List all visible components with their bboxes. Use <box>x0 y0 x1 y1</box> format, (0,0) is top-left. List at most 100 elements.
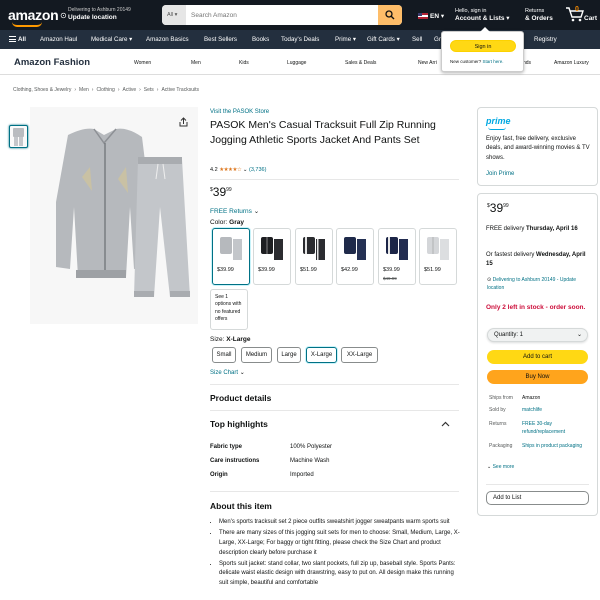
store-link[interactable]: Visit the PASOK Store <box>210 109 269 115</box>
free-returns-link[interactable]: FREE Returns ⌄ <box>210 207 259 215</box>
size-label: Size: X-Large <box>210 336 250 343</box>
subnav-item-basics[interactable]: Amazon Basics <box>146 36 189 43</box>
subnav-item-gift-cards-label: Gift Cards <box>367 36 395 43</box>
share-icon[interactable] <box>179 117 188 127</box>
free-returns-label: FREE Returns <box>210 208 252 215</box>
detail-key-packaging: Packaging <box>489 443 513 449</box>
color-swatch-light-gray[interactable]: $51.99 <box>419 228 457 285</box>
amazon-logo[interactable]: amazon <box>8 7 59 23</box>
account-lists[interactable]: Hello, sign in Account & Lists ▾ <box>455 8 510 22</box>
add-to-list-button[interactable]: Add to List <box>486 491 589 505</box>
chevron-right-icon: › <box>91 87 94 93</box>
packaging-link[interactable]: Ships in product packaging <box>522 443 588 451</box>
fashion-link-luggage[interactable]: Luggage <box>287 60 306 66</box>
language-selector[interactable]: EN ▾ <box>418 12 444 20</box>
light-gray-tracksuit-icon <box>427 237 449 260</box>
add-to-cart-button[interactable]: Add to cart <box>487 350 588 364</box>
size-button-small[interactable]: Small <box>212 347 236 363</box>
search-category-select[interactable]: All ▾ <box>162 5 186 25</box>
swatch-price: $42.99 <box>341 267 358 273</box>
breadcrumb-item[interactable]: Active Tracksuits <box>161 87 199 93</box>
fashion-title[interactable]: Amazon Fashion <box>14 57 90 68</box>
rating-row[interactable]: 4.2 ★★★★☆ ⌄ (3,736) <box>210 167 266 173</box>
color-swatch-navy-white[interactable]: $39.99 $49.99 <box>378 228 416 285</box>
chevron-right-icon: › <box>156 87 159 93</box>
chevron-right-icon: › <box>117 87 120 93</box>
spec-key: Fabric type <box>210 444 243 450</box>
color-swatch-navy[interactable]: $42.99 <box>336 228 374 285</box>
rating-count[interactable]: (3,736) <box>249 167 266 173</box>
subnav-item-sell[interactable]: Sell <box>412 36 422 43</box>
buybox-deliver-to[interactable]: ⊙ Delivering to Ashburn 20149 - Update l… <box>487 277 587 292</box>
fashion-link-sales[interactable]: Sales & Deals <box>345 60 376 66</box>
search-button[interactable] <box>378 5 402 25</box>
search-input[interactable] <box>186 5 378 25</box>
color-label-text: Color: <box>210 219 228 226</box>
free-delivery-date: Thursday, April 16 <box>526 226 578 232</box>
size-button-medium[interactable]: Medium <box>241 347 272 363</box>
quantity-value: Quantity: 1 <box>494 332 524 338</box>
black-tracksuit-icon <box>261 237 283 260</box>
subnav-item-haul[interactable]: Amazon Haul <box>40 36 77 43</box>
see-more-link[interactable]: ⌄ See more <box>487 464 514 470</box>
returns-orders[interactable]: Returns & Orders <box>525 8 553 22</box>
top-highlights-heading[interactable]: Top highlights <box>210 419 268 429</box>
join-prime-link[interactable]: Join Prime <box>486 171 514 177</box>
orders-label: & Orders <box>525 14 553 22</box>
seller-link[interactable]: matchlife <box>522 407 588 415</box>
breadcrumb-item[interactable]: Clothing, Shoes & Jewelry <box>13 87 71 93</box>
start-here-link[interactable]: Start here. <box>483 59 504 64</box>
deliver-line2: Update location <box>68 13 117 21</box>
deliver-to[interactable]: ⊙ Delivering to Ashburn 20149 Update loc… <box>60 7 131 21</box>
tracksuit-image <box>56 128 190 297</box>
subnav-item-todays-deals[interactable]: Today's Deals <box>281 36 319 43</box>
cart-label[interactable]: Cart <box>584 15 597 22</box>
thumbnail-image[interactable] <box>9 125 28 148</box>
fashion-link-new-arrivals[interactable]: New Arri <box>418 60 437 66</box>
chevron-up-icon[interactable] <box>441 421 450 427</box>
subnav-item-groceries[interactable]: Gr <box>434 36 441 43</box>
subnav-item-gift-cards[interactable]: Gift Cards ▾ <box>367 36 400 43</box>
fashion-link-luxury[interactable]: Amazon Luxury <box>554 60 589 66</box>
breadcrumb-item[interactable]: Active <box>122 87 136 93</box>
subnav-item-medical-care[interactable]: Medical Care ▾ <box>91 36 132 43</box>
breadcrumb-item[interactable]: Men <box>79 87 89 93</box>
buybox-price: $3999 <box>487 201 509 215</box>
spec-value: Imported <box>290 472 314 478</box>
subnav-item-prime-label: Prime <box>335 36 352 43</box>
new-customer-text: New customer? Start here. <box>450 59 504 64</box>
fashion-link-men[interactable]: Men <box>191 60 201 66</box>
bullet-item: Sports suit jacket: stand collar, two sl… <box>219 560 460 590</box>
price-whole: 39 <box>212 185 227 199</box>
subnav-item-registry[interactable]: Registry <box>534 36 557 43</box>
subnav-item-medical-care-label: Medical Care <box>91 36 128 43</box>
breadcrumb-item[interactable]: Sets <box>144 87 154 93</box>
deliver-line1: Delivering to Ashburn 20149 <box>68 7 131 13</box>
fashion-link-kids[interactable]: Kids <box>239 60 249 66</box>
color-swatch-black-white[interactable]: $51.99 <box>295 228 333 285</box>
fashion-link-trends[interactable]: nds <box>523 60 531 66</box>
subnav-item-books[interactable]: Books <box>252 36 269 43</box>
product-price: $3999 <box>210 185 232 199</box>
color-swatch-black[interactable]: $39.99 <box>253 228 291 285</box>
location-pin-icon: ⊙ <box>487 277 492 283</box>
fashion-link-women[interactable]: Women <box>134 60 151 66</box>
divider <box>210 179 459 180</box>
buy-now-button[interactable]: Buy Now <box>487 370 588 384</box>
returns-policy-link[interactable]: FREE 30-day refund/replacement <box>522 421 588 437</box>
subnav-item-prime[interactable]: Prime ▾ <box>335 36 356 43</box>
language-label: EN <box>430 13 440 20</box>
breadcrumb-item[interactable]: Clothing <box>96 87 114 93</box>
size-chart-link[interactable]: Size Chart ⌄ <box>210 369 245 376</box>
quantity-select[interactable]: Quantity: 1 ⌄ <box>487 328 588 342</box>
see-options-box[interactable]: See 1 options with no featured offers <box>210 289 248 330</box>
all-menu-button[interactable]: All <box>9 36 26 43</box>
color-swatch-gray[interactable]: $39.99 <box>212 228 250 285</box>
subnav-item-best-sellers[interactable]: Best Sellers <box>204 36 237 43</box>
product-main-image[interactable] <box>30 107 198 324</box>
signin-button[interactable]: Sign in <box>450 40 516 52</box>
top-nav: amazon ⊙ Delivering to Ashburn 20149 Upd… <box>0 0 600 30</box>
size-button-large[interactable]: Large <box>277 347 301 363</box>
size-button-xxlarge[interactable]: XX-Large <box>341 347 378 363</box>
size-button-xlarge[interactable]: X-Large <box>306 347 337 363</box>
